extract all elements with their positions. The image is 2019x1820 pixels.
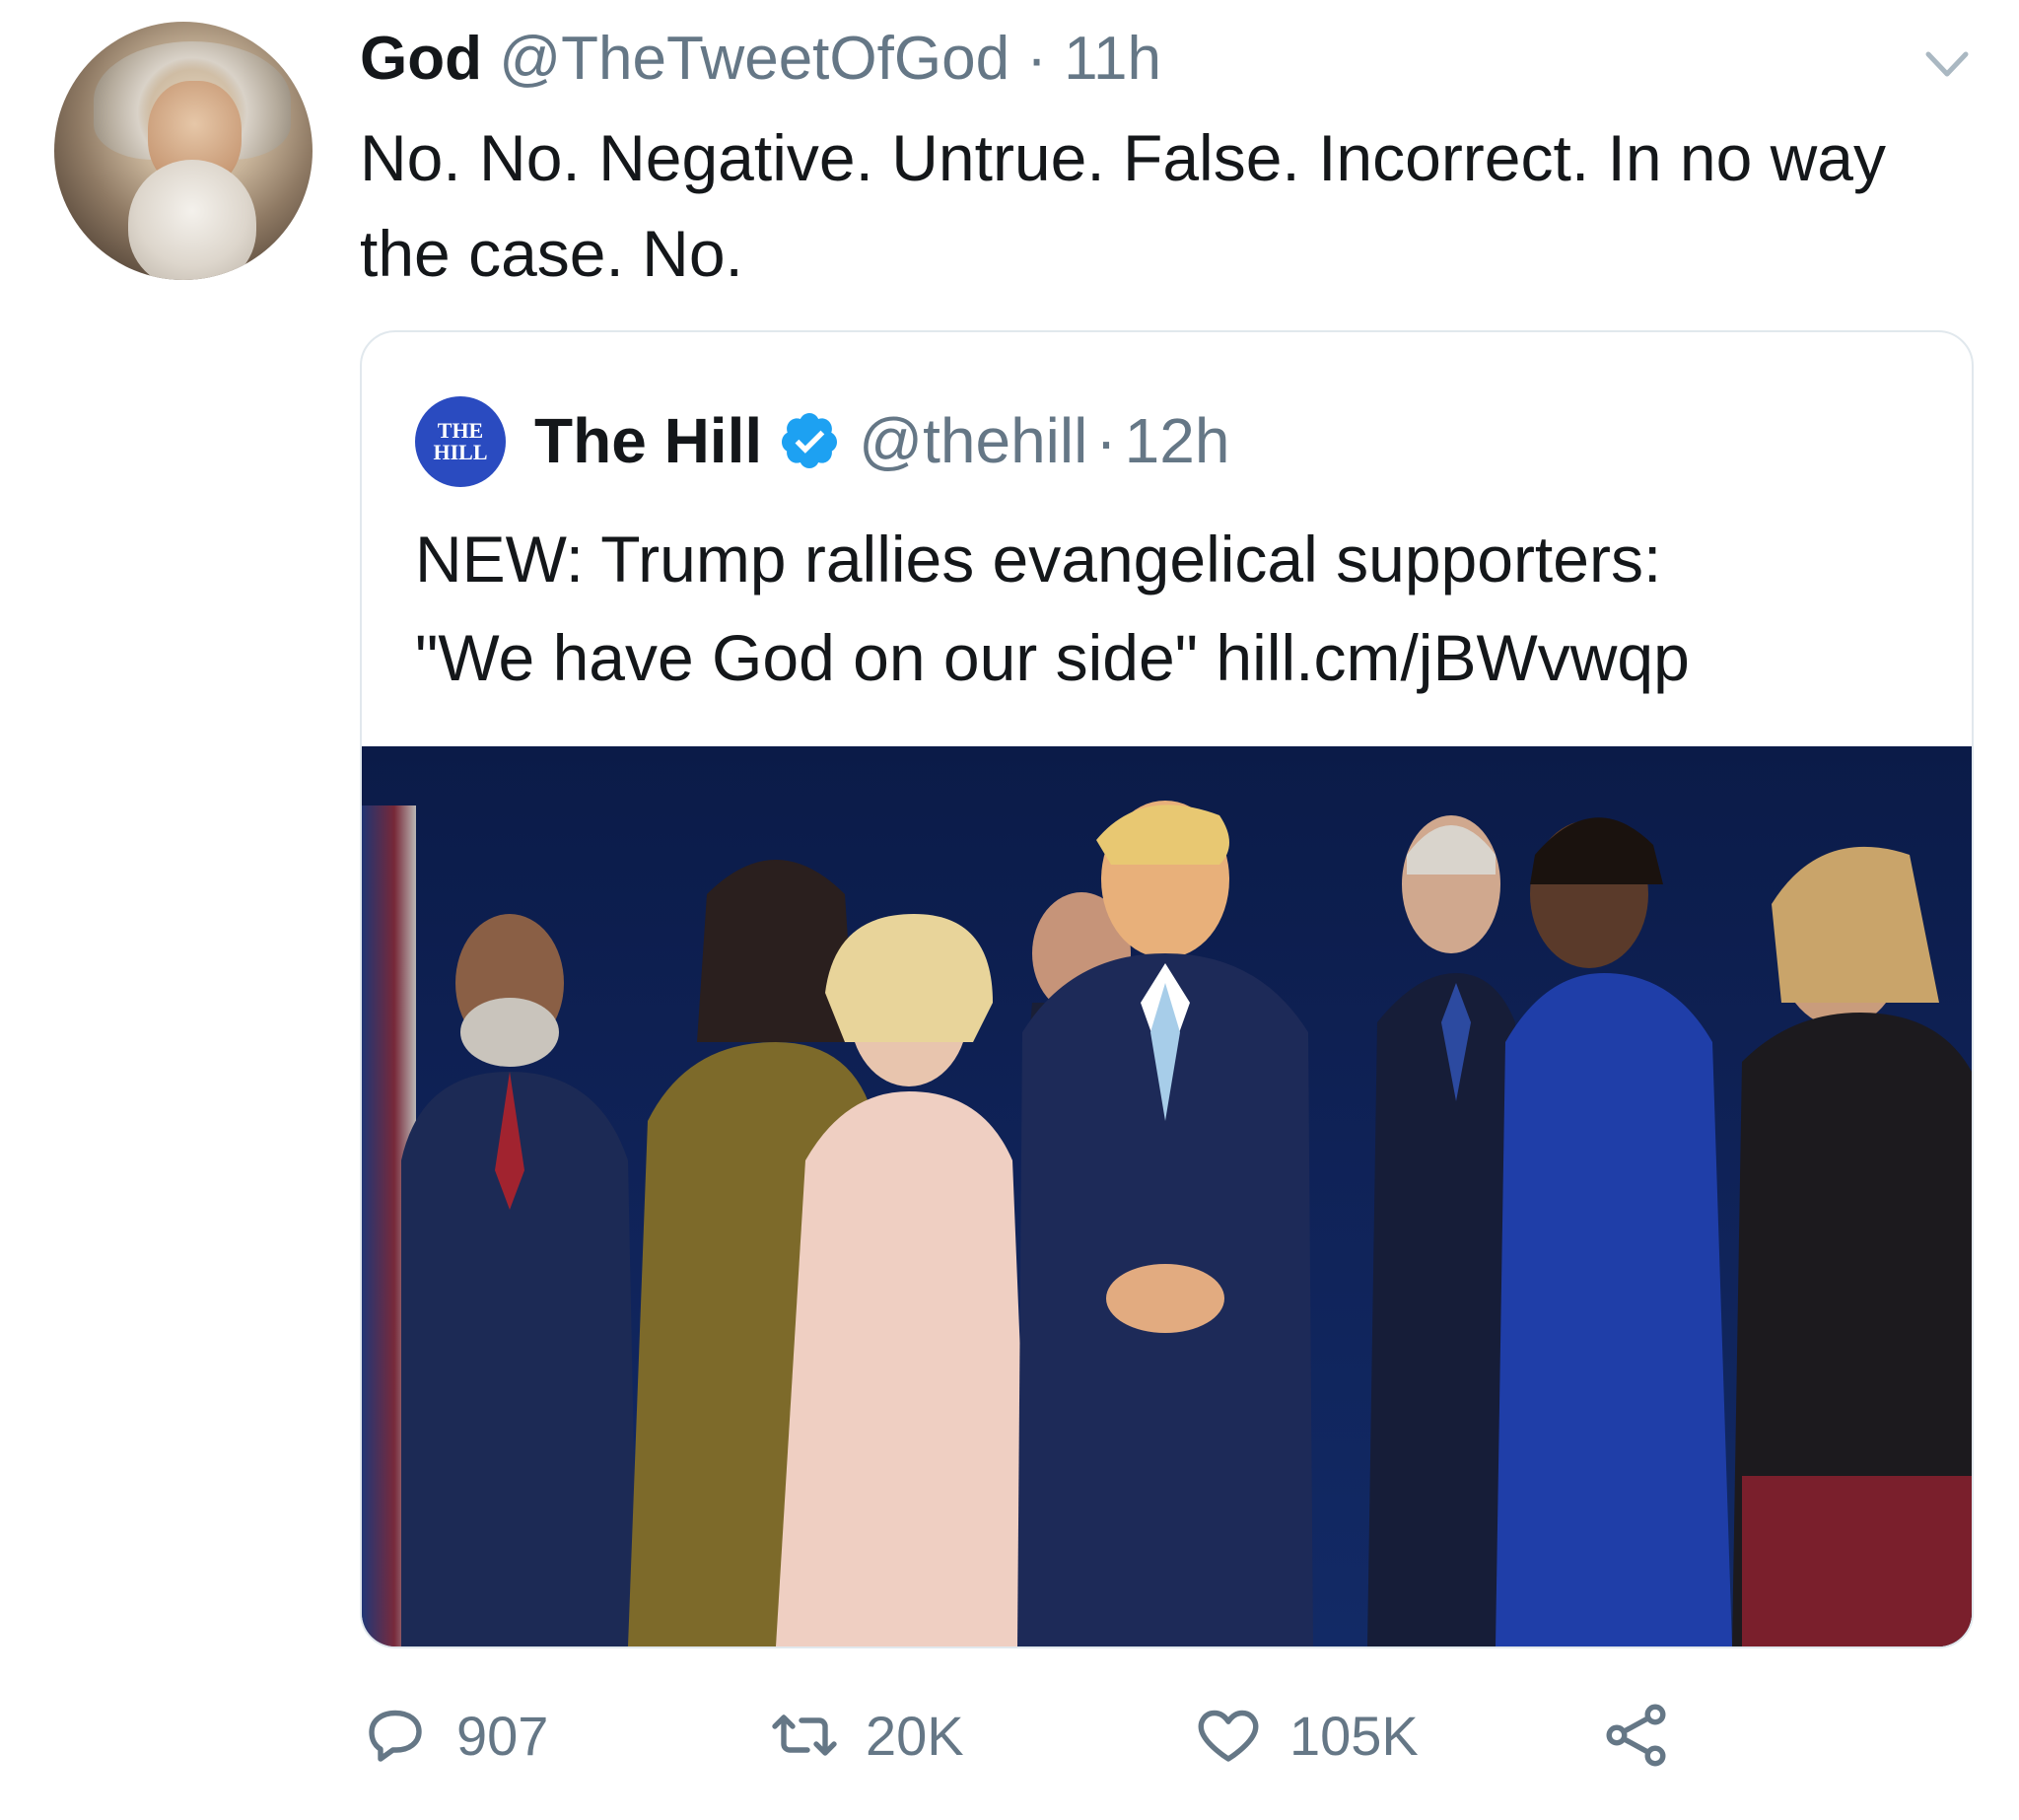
retweet-button[interactable]: 20K	[769, 1691, 964, 1780]
tweet-text: No. No. Negative. Untrue. False. Incorre…	[360, 121, 1887, 290]
logo-line-1: THE	[437, 418, 484, 443]
quoted-author-handle[interactable]: @thehill	[859, 391, 1087, 490]
quoted-separator-dot: ·	[1095, 405, 1117, 476]
chevron-down-icon[interactable]	[1922, 44, 1972, 84]
share-button[interactable]	[1602, 1691, 1699, 1780]
verified-badge-icon	[782, 413, 838, 468]
author-avatar[interactable]	[54, 22, 313, 280]
author-name[interactable]: God	[360, 25, 482, 93]
quoted-text-line-1: NEW: Trump rallies evangelical supporter…	[415, 523, 1662, 595]
like-count: 105K	[1289, 1704, 1419, 1767]
quoted-tweet-text: NEW: Trump rallies evangelical supporter…	[415, 510, 1953, 707]
quoted-tweet-card[interactable]: THE HILL The Hill @thehill · 12h NEW: Tr…	[360, 330, 1974, 1648]
quoted-tweet-header: The Hill @thehill · 12h	[534, 391, 1229, 490]
tweet-actions: 907 20K 105K	[360, 1691, 1740, 1780]
share-icon	[1606, 1704, 1666, 1767]
tweet-header: God @TheTweetOfGod · 11h	[360, 20, 1161, 99]
separator-dot: ·	[1026, 25, 1047, 93]
quoted-author-name[interactable]: The Hill	[534, 391, 762, 490]
reply-icon	[369, 1710, 422, 1762]
tweet-time[interactable]: 11h	[1064, 25, 1161, 93]
author-handle[interactable]: @TheTweetOfGod	[499, 25, 1010, 93]
avatar-beard	[128, 160, 256, 280]
like-button[interactable]: 105K	[1193, 1691, 1419, 1780]
retweet-icon	[772, 1715, 837, 1756]
logo-line-2: HILL	[433, 440, 488, 464]
reply-button[interactable]: 907	[360, 1691, 548, 1780]
quoted-text-line-2[interactable]: "We have God on our side" hill.cm/jBWvwq…	[415, 608, 1953, 707]
reply-count: 907	[456, 1704, 549, 1767]
heart-icon	[1198, 1710, 1259, 1762]
the-hill-logo[interactable]: THE HILL	[415, 396, 506, 487]
photo-people-illustration	[401, 801, 1972, 1646]
quoted-tweet-time[interactable]: 12h	[1125, 391, 1230, 490]
retweet-count: 20K	[866, 1704, 964, 1767]
quoted-tweet-photo[interactable]	[362, 746, 1972, 1646]
